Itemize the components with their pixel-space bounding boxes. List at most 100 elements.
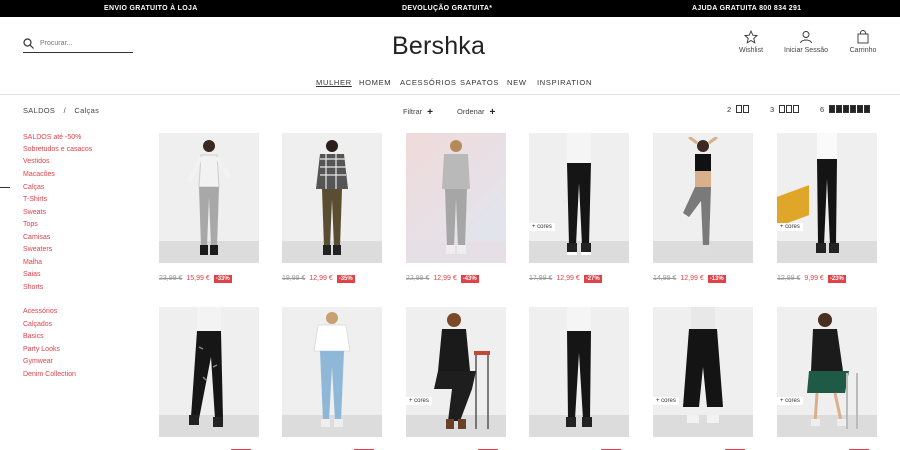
more-colors-badge[interactable]: + cores [777, 223, 803, 231]
brand-logo[interactable]: Bershka [392, 32, 485, 61]
grid-3-icon [776, 105, 800, 114]
sidebar-item-tshirts[interactable]: T-Shirts [23, 196, 47, 203]
sidebar-item-tops[interactable]: Tops [23, 221, 38, 228]
discount-badge: -33% [213, 275, 232, 283]
breadcrumb-current: Calças [74, 106, 100, 115]
product-image[interactable] [282, 133, 382, 263]
old-price: 19,99 € [282, 275, 306, 282]
product-image[interactable] [653, 133, 753, 263]
product-image[interactable] [529, 307, 629, 437]
grid-3-label: 3 [770, 105, 775, 114]
more-colors-badge[interactable]: + cores [777, 397, 803, 405]
breadcrumb-saldos[interactable]: SALDOS [23, 106, 55, 115]
filter-button[interactable]: Filtrar + [403, 106, 434, 118]
product-price: 12,99 €9,99 € -23% [777, 275, 897, 283]
search-placeholder: Procurar... [40, 40, 73, 47]
sidebar-item-saldos[interactable]: SALDOS até -50% [23, 134, 81, 141]
sidebar-item-vestidos[interactable]: Vestidos [23, 158, 49, 165]
product-price: 23,99 €15,99 € -33% [159, 275, 279, 283]
sidebar-item-calcas[interactable]: Calças [23, 184, 44, 191]
discount-badge: -35% [336, 275, 355, 283]
model-figure [313, 312, 351, 427]
grid-2-label: 2 [727, 105, 732, 114]
wishlist-button[interactable]: Wishlist [735, 30, 767, 54]
sidebar-item-malha[interactable]: Malha [23, 259, 42, 266]
nav-mulher[interactable]: MULHER [316, 78, 352, 87]
sort-button[interactable]: Ordenar + [457, 106, 496, 118]
product-image[interactable]: + cores [653, 307, 753, 437]
model-figure [434, 313, 490, 429]
user-icon [800, 31, 812, 44]
grid-2-icon [733, 105, 750, 114]
product-price: 14,99 €12,99 € -13% [653, 275, 773, 283]
model-figure [187, 140, 231, 255]
help-text: AJUDA GRATUITA 800 834 291 [692, 5, 802, 12]
old-price: 23,99 € [159, 275, 183, 282]
more-colors-badge[interactable]: + cores [406, 397, 432, 405]
sidebar-item-camisas[interactable]: Camisas [23, 234, 50, 241]
grid-6-button[interactable]: 6 [820, 105, 871, 114]
product-image[interactable]: + cores [406, 307, 506, 437]
sidebar-item-sweaters[interactable]: Sweaters [23, 246, 52, 253]
model-figure [683, 137, 718, 254]
product-image[interactable] [406, 133, 506, 263]
product-image[interactable]: + cores [529, 133, 629, 263]
product-image[interactable]: + cores [777, 133, 877, 263]
sidebar-item-saias[interactable]: Saias [23, 271, 41, 278]
model-figure [567, 133, 591, 255]
login-label: Iniciar Sessão [784, 47, 828, 54]
nav-sapatos[interactable]: SAPATOS [460, 78, 499, 87]
old-price: 12,99 € [777, 275, 801, 282]
product-image[interactable] [282, 307, 382, 437]
sale-price: 9,99 € [804, 275, 824, 282]
sidebar-item-sobretudos[interactable]: Sobretudos e casacos [23, 146, 92, 153]
scroll-marker [0, 187, 10, 188]
sale-price: 15,99 € [186, 275, 210, 282]
grid-3-button[interactable]: 3 [770, 105, 800, 114]
model-figure [566, 307, 592, 427]
product-price: 22,99 €12,99 € -43% [406, 275, 526, 283]
old-price: 17,99 € [529, 275, 553, 282]
nav-inspiration[interactable]: INSPIRATION [537, 78, 592, 87]
sidebar-item-shorts[interactable]: Shorts [23, 284, 43, 291]
more-colors-badge[interactable]: + cores [653, 397, 679, 405]
discount-badge: -43% [460, 275, 479, 283]
wishlist-label: Wishlist [738, 47, 764, 54]
more-colors-badge[interactable]: + cores [529, 223, 555, 231]
sidebar-item-gymwear[interactable]: Gymwear [23, 358, 53, 365]
sidebar-item-acessorios[interactable]: Acessórios [23, 308, 57, 315]
nav-acessorios[interactable]: ACESSÓRIOS [400, 78, 457, 87]
promo-bar: ENVIO GRATUITO À LOJA DEVOLUÇÃO GRATUITA… [0, 0, 900, 17]
sidebar-item-denim[interactable]: Denim Collection [23, 371, 76, 378]
login-button[interactable]: Iniciar Sessão [780, 30, 832, 54]
plus-icon: + [427, 107, 434, 118]
breadcrumb: SALDOS / Calças [23, 106, 99, 115]
plus-icon: + [489, 107, 496, 118]
nav-new[interactable]: NEW [507, 78, 527, 87]
product-price: 19,99 €12,99 € -35% [282, 275, 402, 283]
cart-button[interactable]: Carrinho [846, 30, 880, 54]
search-icon [23, 38, 34, 49]
product-image[interactable]: + cores [777, 307, 877, 437]
shopping-bag-icon [857, 30, 869, 44]
breadcrumb-separator: / [63, 106, 67, 115]
nav-homem[interactable]: HOMEM [359, 78, 391, 87]
sidebar-item-basics[interactable]: Basics [23, 333, 44, 340]
cart-label: Carrinho [849, 47, 877, 54]
search-input[interactable]: Procurar... [23, 37, 133, 53]
sale-price: 12,99 € [433, 275, 457, 282]
model-figure [189, 307, 223, 427]
sale-price: 12,99 € [556, 275, 580, 282]
grid-2-button[interactable]: 2 [727, 105, 750, 114]
main-navigation: MULHER HOMEM ACESSÓRIOS SAPATOS NEW INSP… [0, 78, 900, 90]
grid-6-label: 6 [820, 105, 825, 114]
discount-badge: -13% [707, 275, 726, 283]
sidebar-item-calcados[interactable]: Calçados [23, 321, 52, 328]
grid-6-icon [826, 105, 871, 114]
sale-price: 12,99 € [680, 275, 704, 282]
sidebar-item-macacoes[interactable]: Macacões [23, 171, 55, 178]
product-image[interactable] [159, 133, 259, 263]
sidebar-item-sweats[interactable]: Sweats [23, 209, 46, 216]
product-image[interactable] [159, 307, 259, 437]
sidebar-item-party-looks[interactable]: Party Looks [23, 346, 60, 353]
